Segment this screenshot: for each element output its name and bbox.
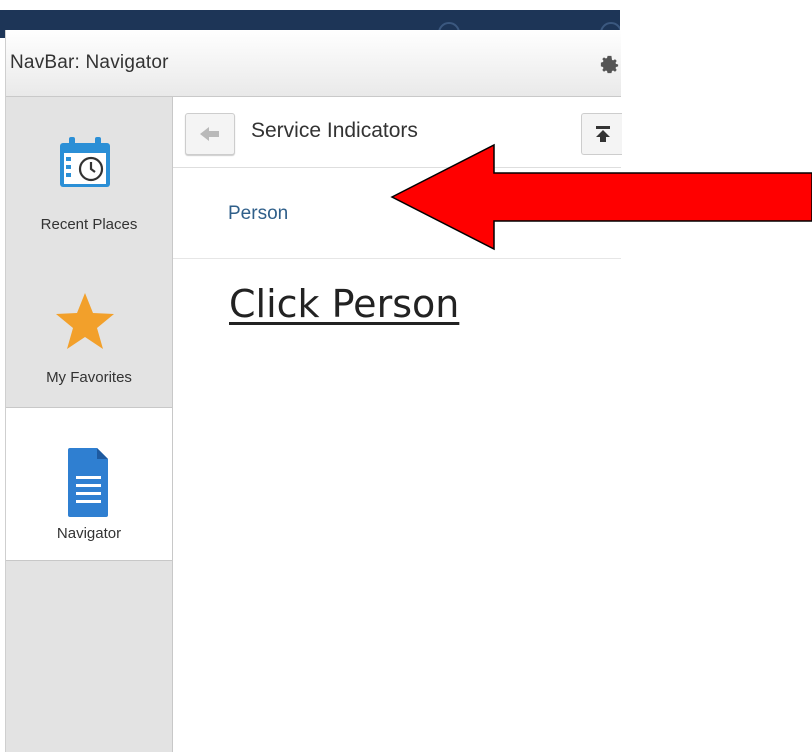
back-arrow-icon [200,127,219,141]
document-icon [68,448,108,517]
calendar-clock-icon [60,137,110,187]
sidebar-item-my-favorites[interactable]: My Favorites [6,249,172,407]
red-arrow-pointer [390,143,812,251]
page-title: Service Indicators [251,119,418,142]
navbar-panel: NavBar: Navigator Recent Places My Favor… [5,30,622,752]
person-link[interactable]: Person [228,203,288,225]
sidebar-item-label: Recent Places [40,216,138,233]
back-button[interactable] [185,113,235,155]
panel-title: NavBar: Navigator [10,52,169,73]
star-icon [56,293,114,349]
sidebar-item-recent-places[interactable]: Recent Places [6,97,172,249]
scroll-top-icon [596,126,610,142]
instruction-text: Click Person [229,282,460,326]
panel-header: NavBar: Navigator [6,30,621,97]
sidebar-item-label: Navigator [56,525,122,542]
gear-icon[interactable] [598,53,621,76]
sidebar-item-label: My Favorites [46,369,132,386]
navbar-sidebar: Recent Places My Favorites Navigator [6,97,173,752]
sidebar-item-navigator[interactable]: Navigator [6,407,172,561]
